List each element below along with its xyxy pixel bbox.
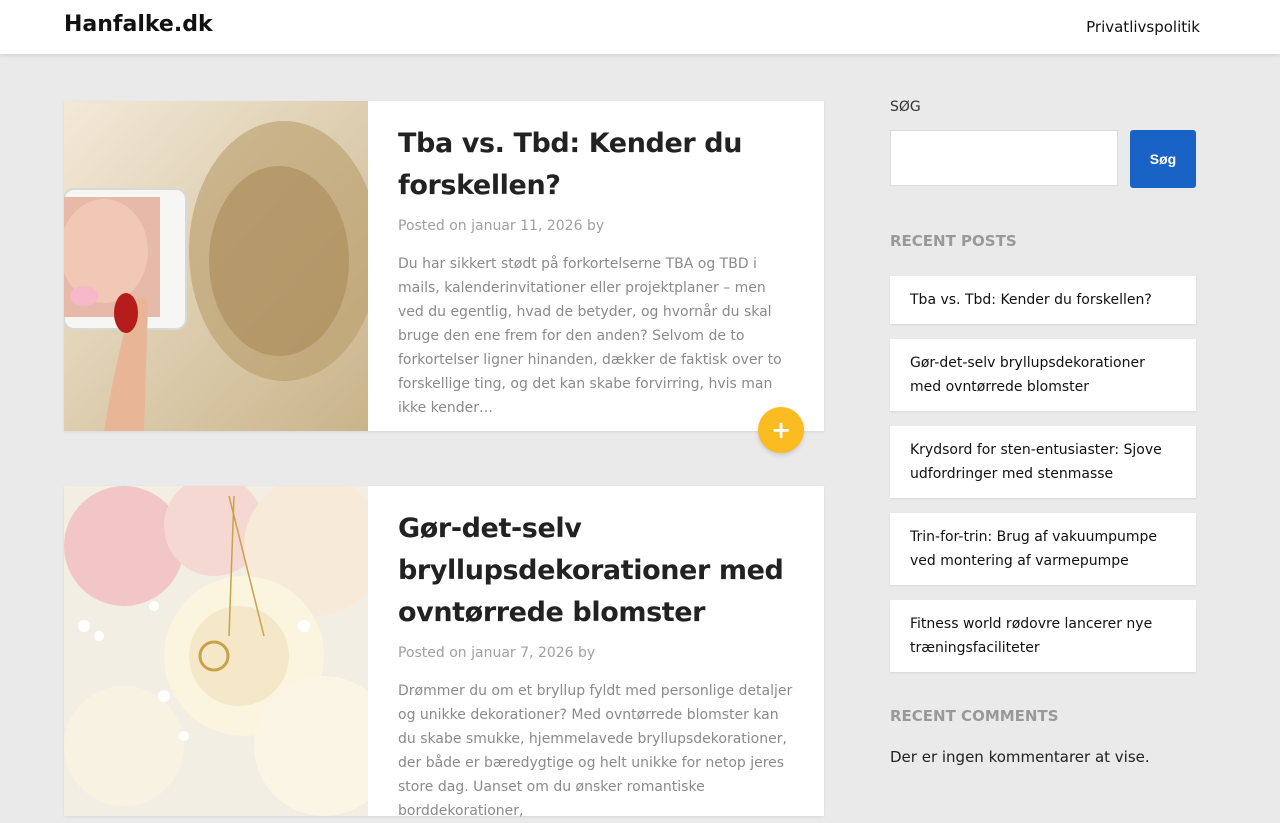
recent-post-link[interactable]: Trin-for-trin: Brug af vakuumpumpe ved m…: [890, 513, 1196, 585]
post-meta: Posted on januar 7, 2026 by: [398, 645, 794, 661]
recent-comments-title: RECENT COMMENTS: [890, 707, 1059, 725]
post-thumbnail[interactable]: [64, 486, 368, 816]
post-thumbnail[interactable]: [64, 101, 368, 431]
plus-icon: +: [770, 416, 792, 444]
search-button[interactable]: Søg: [1130, 130, 1196, 188]
post-title[interactable]: Gør-det-selv bryllupsdekorationer med ov…: [398, 486, 794, 634]
search-input[interactable]: [890, 130, 1118, 186]
posted-on-label: Posted on: [398, 645, 467, 661]
recent-post-link[interactable]: Tba vs. Tbd: Kender du forskellen?: [890, 276, 1196, 324]
search-label: SØG: [890, 99, 921, 115]
recent-posts-title: RECENT POSTS: [890, 232, 1017, 250]
read-more-button[interactable]: +: [758, 407, 804, 453]
post-date-link[interactable]: januar 7, 2026: [471, 645, 573, 661]
site-header: Hanfalke.dk Privatlivspolitik: [0, 0, 1280, 54]
recent-post-link[interactable]: Gør-det-selv bryllupsdekorationer med ov…: [890, 339, 1196, 411]
recent-posts-list: Tba vs. Tbd: Kender du forskellen? Gør-d…: [890, 276, 1196, 687]
post-meta: Posted on januar 11, 2026 by: [398, 218, 794, 234]
post-title[interactable]: Tba vs. Tbd: Kender du forskellen?: [398, 101, 794, 207]
post-card: Tba vs. Tbd: Kender du forskellen? Poste…: [64, 101, 824, 453]
by-label: by: [586, 218, 605, 234]
nav-privacy-link[interactable]: Privatlivspolitik: [1086, 18, 1200, 36]
recent-post-link[interactable]: Krydsord for sten-entusiaster: Sjove udf…: [890, 426, 1196, 498]
no-comments-text: Der er ingen kommentarer at vise.: [890, 748, 1150, 766]
posted-on-label: Posted on: [398, 218, 467, 234]
by-label: by: [578, 645, 596, 661]
post-excerpt: Drømmer du om et bryllup fyldt med perso…: [398, 683, 793, 819]
recent-post-link[interactable]: Fitness world rødovre lancerer nye træni…: [890, 600, 1196, 672]
post-excerpt: Du har sikkert stødt på forkortelserne T…: [398, 256, 782, 416]
post-card: Gør-det-selv bryllupsdekorationer med ov…: [64, 486, 824, 819]
site-title-link[interactable]: Hanfalke.dk: [64, 12, 213, 37]
post-date-link[interactable]: januar 11, 2026: [471, 218, 582, 234]
